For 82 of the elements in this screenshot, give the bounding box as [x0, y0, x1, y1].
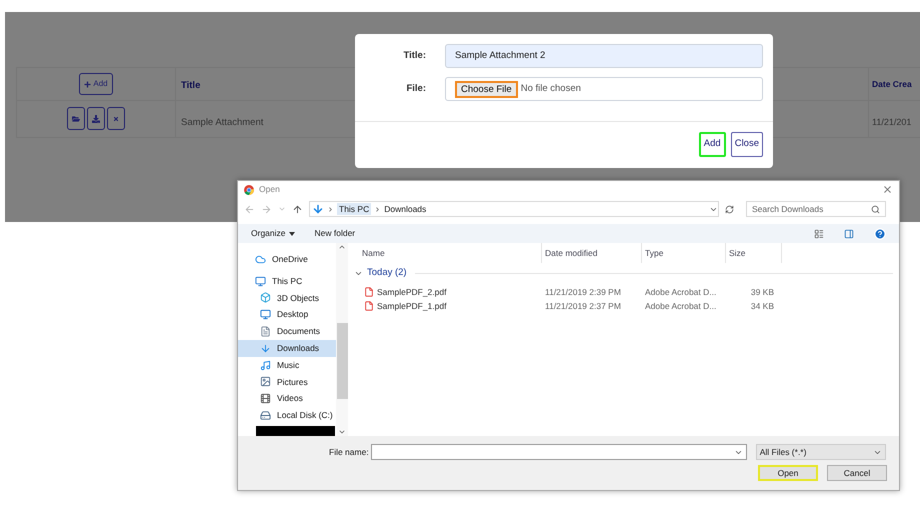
caret-icon	[288, 232, 294, 236]
close-icon[interactable]	[882, 184, 893, 195]
column-header: Date Crea	[872, 78, 912, 90]
breadcrumb-item[interactable]: Downloads	[384, 202, 426, 216]
modal-button[interactable]: Add	[698, 132, 726, 157]
column-header: Title	[181, 78, 200, 93]
scrollbar[interactable]	[336, 243, 348, 436]
sidebar-item[interactable]: Documents	[238, 323, 336, 340]
column-header[interactable]: Size	[726, 243, 782, 263]
table-cell: Sample Attachment	[181, 117, 264, 128]
file-status: No file chosen	[520, 82, 581, 96]
column-header[interactable]: Type	[642, 243, 726, 263]
table-cell: 11/21/201	[872, 117, 912, 127]
downloads-icon	[312, 203, 324, 215]
address-bar[interactable]: This PC Downloads	[309, 201, 719, 217]
sidebar-item[interactable]: Pictures	[238, 374, 336, 390]
desktop-icon	[260, 309, 271, 320]
sidebar-item[interactable]: This PC	[238, 272, 336, 290]
chevron-icon	[374, 206, 382, 212]
search-field[interactable]: Search Downloads	[746, 201, 886, 217]
up-icon[interactable]	[292, 204, 303, 214]
scroll-up-icon[interactable]	[338, 243, 346, 251]
sidebar-item[interactable]: Videos	[238, 390, 336, 408]
sidebar-item[interactable]: Music	[238, 356, 336, 374]
music-icon	[260, 360, 271, 371]
view-icon[interactable]	[814, 228, 824, 238]
file-row[interactable]: SamplePDF_1.pdf 11/21/2019 2:37 PM Adobe Acrobat D... 34 KB	[348, 299, 899, 313]
choose-file-button[interactable]: Choose File	[455, 80, 518, 98]
sidebar-item[interactable]: Local Disk (C:)	[238, 407, 336, 424]
dialog-button[interactable]: Open	[758, 465, 818, 481]
field-label: File name:	[329, 446, 369, 458]
help-icon[interactable]	[874, 228, 886, 240]
organize-button[interactable]: Organize	[251, 227, 294, 240]
sidebar-item[interactable]: Desktop	[238, 306, 336, 324]
file-name-field[interactable]	[370, 444, 747, 460]
documents-icon	[260, 326, 271, 338]
sidebar-item[interactable]: 3D Objects	[238, 290, 336, 306]
file-input[interactable]: Choose File No file chosen	[445, 77, 763, 101]
file-name: SamplePDF_2.pdf	[377, 286, 446, 298]
file-size: 34 KB	[750, 300, 774, 312]
open-button[interactable]	[67, 107, 85, 130]
videos-icon	[260, 393, 271, 404]
file-row[interactable]: SamplePDF_2.pdf 11/21/2019 2:39 PM Adobe Acrobat D... 39 KB	[348, 285, 899, 299]
preview-pane-icon[interactable]	[844, 228, 854, 238]
browser-logo-icon	[244, 184, 254, 194]
window-title: Open	[259, 183, 280, 196]
file-date: 11/21/2019 2:39 PM	[544, 286, 622, 298]
file-name: SamplePDF_1.pdf	[377, 300, 446, 312]
file-type-select[interactable]: All Files (*.*)	[756, 444, 886, 460]
search-icon	[871, 204, 880, 214]
close-icon	[113, 116, 119, 122]
field-label: Title:	[402, 48, 426, 63]
download-button[interactable]	[87, 107, 105, 130]
column-header[interactable]: Date modified	[542, 243, 642, 263]
new-folder-button[interactable]: New folder	[314, 227, 356, 240]
sidebar-item[interactable]: OneDrive	[238, 251, 336, 268]
plus-icon	[84, 80, 92, 88]
pdf-icon	[364, 287, 374, 297]
column-header[interactable]: Name	[348, 243, 542, 263]
sidebar-item[interactable]: Downloads	[238, 340, 336, 357]
title-input[interactable]: Sample Attachment 2	[445, 44, 763, 68]
file-date: 11/21/2019 2:37 PM	[544, 300, 622, 312]
group-header[interactable]: Today (2)	[367, 266, 407, 280]
pdf-icon	[364, 301, 374, 311]
scroll-down-icon[interactable]	[338, 428, 346, 436]
downloads-icon	[260, 342, 271, 354]
delete-button[interactable]	[107, 107, 125, 130]
pc-icon	[255, 276, 266, 287]
cube-icon	[260, 292, 271, 304]
modal-button[interactable]: Close	[730, 132, 763, 157]
chevron-icon	[327, 206, 334, 212]
cloud-icon	[255, 254, 266, 265]
file-type: Adobe Acrobat D...	[644, 300, 718, 312]
breadcrumb-item[interactable]: This PC	[337, 202, 372, 216]
file-size: 39 KB	[750, 286, 774, 298]
download-icon	[92, 114, 100, 122]
pictures-icon	[260, 376, 271, 388]
field-label: File:	[405, 82, 426, 96]
refresh-icon[interactable]	[725, 204, 734, 214]
folder-icon	[72, 114, 80, 122]
file-type: Adobe Acrobat D...	[644, 286, 718, 298]
dialog-button[interactable]: Cancel	[827, 465, 887, 481]
